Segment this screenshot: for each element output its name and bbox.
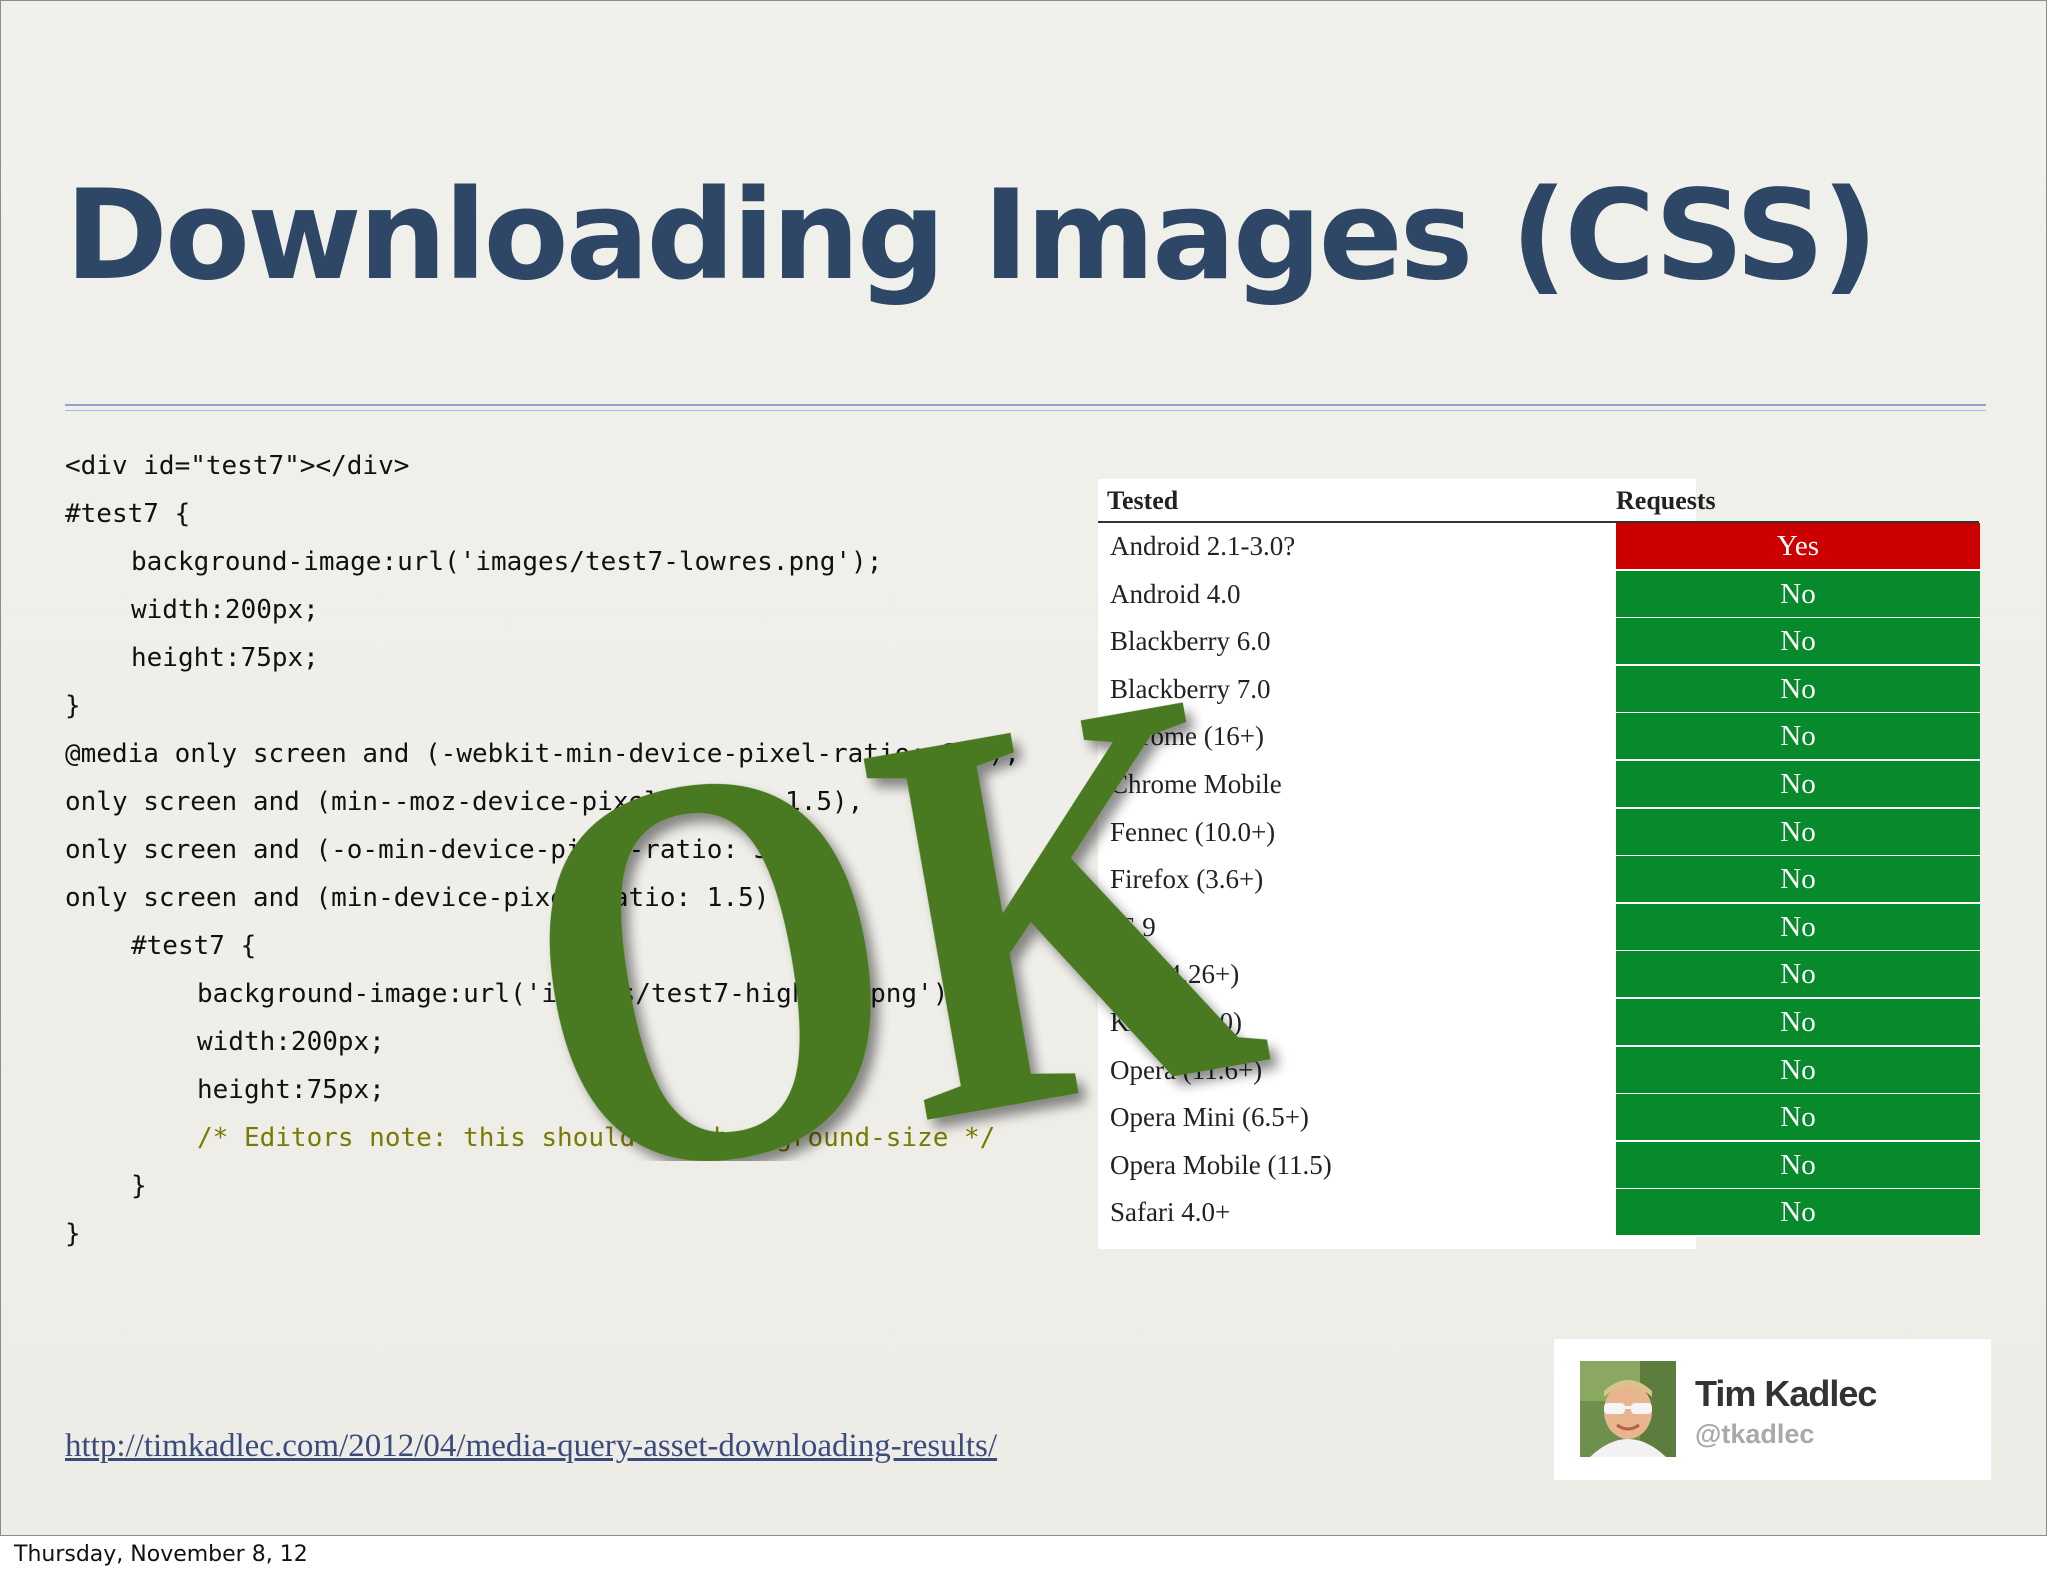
table-row: Blackberry 7.0 No [1098,665,1980,714]
code-line: background-image:url('images/test7-lowre… [131,547,883,577]
browser-name-cell: iOS (4.26+) [1110,959,1240,990]
table-row: Firefox (3.6+) No [1098,856,1980,905]
table-row: Android 2.1-3.0? Yes [1098,523,1980,571]
requests-both-cell: No [1616,1141,1980,1190]
requests-both-cell: No [1616,761,1980,809]
code-line: <div id="test7"></div> [65,451,410,481]
slide: Downloading Images (CSS) <div id="test7"… [0,0,2047,1536]
browser-name-cell: Fennec (10.0+) [1110,816,1276,847]
table-row: iOS (4.26+) No [1098,951,1980,1000]
code-line: only screen and (-o-min-device-pixel-rat… [65,835,833,865]
profile-name: Tim Kadlec [1695,1373,1877,1414]
browser-name-cell: Kindle (3.0) [1110,1007,1242,1037]
table-row: Fennec (10.0+) No [1098,808,1980,857]
requests-both-cell: No [1616,665,1980,714]
table-row: Safari 4.0+ No [1098,1189,1980,1238]
table-row: Opera (11.6+) No [1098,1046,1980,1095]
title-divider [65,404,1986,406]
requests-both-cell: No [1616,1094,1980,1143]
browser-name-cell: Chrome (16+) [1110,721,1264,752]
requests-both-cell: No [1616,999,1980,1047]
requests-both-cell: No [1616,856,1980,905]
requests-both-cell: No [1616,713,1980,762]
code-line: only screen and (min-device-pixel-ratio:… [65,883,801,913]
browser-name-cell: Opera Mobile (11.5) [1110,1149,1332,1180]
code-line: } [131,1171,147,1201]
code-block: <div id="test7"></div> #test7 { background… [65,442,1020,1258]
title-divider-secondary [65,410,1986,411]
code-line: only screen and (min--moz-device-pixel-r… [65,787,864,817]
browser-name-cell: Blackberry 6.0 [1110,626,1271,657]
footer-date: Thursday, November 8, 12 [14,1542,308,1567]
code-line: #test7 { [131,931,257,961]
code-line: } [65,1219,81,1249]
browser-name-cell: Opera (11.6+) [1110,1054,1263,1085]
requests-both-cell: Yes [1616,523,1980,571]
browser-name-cell: Blackberry 7.0 [1110,673,1271,704]
code-line: background-image:url('images/test7-highr… [197,979,965,1009]
browser-name-cell: IE 9 [1110,911,1156,942]
code-line: height:75px; [197,1075,385,1105]
requests-both-cell: No [1616,618,1980,667]
requests-both-cell: No [1616,808,1980,857]
profile-handle: @tkadlec [1695,1419,1815,1449]
requests-both-cell: No [1616,951,1980,1000]
table-row: Opera Mobile (11.5) No [1098,1141,1980,1190]
browser-name-cell: Safari 4.0+ [1110,1197,1231,1228]
profile-card: Tim Kadlec @tkadlec [1554,1339,1991,1480]
code-line: width:200px; [197,1027,385,1057]
browser-name-cell: Firefox (3.6+) [1110,864,1264,895]
requests-both-cell: No [1616,903,1980,952]
table-header-tested: Tested [1107,486,1179,515]
code-comment-line: /* Editors note: this should use backgro… [197,1123,996,1153]
table-row: Chrome (16+) No [1098,713,1980,762]
table-row: Opera Mini (6.5+) No [1098,1094,1980,1143]
code-line: #test7 { [65,499,191,529]
table-row: Blackberry 6.0 No [1098,618,1980,667]
code-line: } [65,691,81,721]
table-row: Kindle (3.0) No [1098,999,1980,1047]
requests-both-cell: No [1616,1189,1980,1238]
browser-name-cell: Android 2.1-3.0? [1110,531,1296,561]
table-row: Android 4.0 No [1098,570,1980,619]
table-row: IE 9 No [1098,903,1980,952]
browser-name-cell: Chrome Mobile [1110,769,1282,799]
code-line: @media only screen and (-webkit-min-devi… [65,739,1020,769]
slide-title: Downloading Images (CSS) [65,164,1878,308]
code-line: width:200px; [131,595,319,625]
profile-photo-avatar [1580,1361,1676,1457]
browser-name-cell: Opera Mini (6.5+) [1110,1102,1309,1133]
requests-both-cell: No [1616,570,1980,619]
browser-name-cell: Android 4.0 [1110,578,1241,609]
code-line: height:75px; [131,643,319,673]
requests-both-cell: No [1616,1046,1980,1095]
results-table: Tested Requests Both Android 2.1-3.0? Yes… [1098,479,1980,1249]
table-row: Chrome Mobile No [1098,761,1980,809]
results-link[interactable]: http://timkadlec.com/2012/04/media-query… [65,1428,997,1465]
table-header-requests-both: Requests Both [1616,486,1716,559]
